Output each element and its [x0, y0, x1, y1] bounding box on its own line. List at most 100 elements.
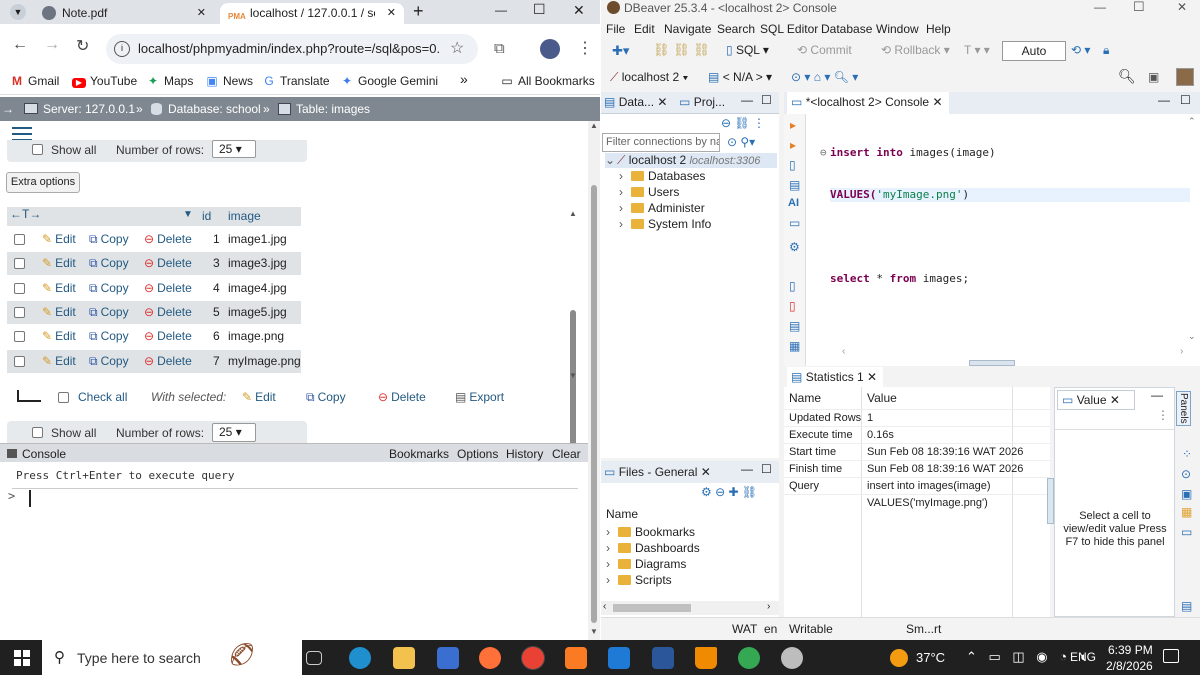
row-edit-link[interactable]: ✎ Edit: [42, 281, 76, 295]
navigator-minimize[interactable]: —: [741, 93, 753, 107]
vscode-icon[interactable]: [608, 647, 630, 669]
editor-maximize[interactable]: ☐: [1180, 93, 1191, 107]
row-checkbox[interactable]: [14, 331, 25, 343]
breadcrumb-server[interactable]: Server: 127.0.0.1: [43, 97, 135, 121]
language-indicator[interactable]: ENG: [1070, 650, 1096, 664]
tree-item-system-info[interactable]: › System Info: [619, 217, 711, 231]
tab-search-button[interactable]: ▼: [10, 4, 26, 20]
files-toolbar-icons[interactable]: ⚙ ⊖ ✚ ⛓: [701, 485, 757, 499]
store-icon[interactable]: [437, 647, 459, 669]
clock-time[interactable]: 6:39 PM: [1108, 643, 1153, 657]
row-checkbox[interactable]: [14, 258, 25, 270]
show-all-checkbox[interactable]: [32, 427, 43, 438]
value-panel-icon[interactable]: ▭: [1181, 525, 1192, 539]
profile-avatar[interactable]: [540, 39, 560, 59]
close-tab-icon[interactable]: ✕: [197, 3, 206, 23]
execute-statement-icon[interactable]: ▸: [790, 118, 796, 132]
page-scroll-thumb[interactable]: [591, 185, 597, 623]
value-panel-menu[interactable]: ⋮: [1157, 408, 1169, 422]
format-icon[interactable]: ▤: [789, 319, 800, 333]
auto-commit-field[interactable]: Auto: [1002, 41, 1066, 61]
toolbar-tools-icons[interactable]: ⊙ ▾ ⌂ ▾ 🔍︎ ▾: [791, 70, 858, 84]
row-checkbox[interactable]: [14, 234, 25, 245]
row-delete-link[interactable]: ⊖ Delete: [144, 354, 192, 368]
address-bar[interactable]: i localhost/phpmyadmin/index.php?route=/…: [106, 34, 478, 64]
sort-triangle-icon[interactable]: ▼: [183, 209, 193, 220]
statistics-row[interactable]: Execute time 0.16s: [784, 426, 1050, 443]
perspective-icon[interactable]: ▣: [1148, 70, 1159, 84]
page-scrollbar[interactable]: ▲ ▼: [588, 121, 600, 640]
metadata-panel-icon[interactable]: ⊙: [1181, 467, 1191, 481]
bookmark-news[interactable]: ▣ News: [205, 74, 253, 88]
lock-icon[interactable]: 🔒︎: [1103, 43, 1109, 58]
tab-value[interactable]: ▭ Value ✕: [1057, 390, 1135, 410]
row-delete-link[interactable]: ⊖ Delete: [144, 256, 192, 270]
console-toggle-checkbox[interactable]: [7, 449, 17, 458]
weather-temp[interactable]: 37°C: [916, 650, 945, 665]
minimize-button[interactable]: —: [495, 3, 507, 17]
row-delete-link[interactable]: ⊖ Delete: [144, 232, 192, 246]
editor-hscrollbar[interactable]: ‹ ›: [842, 346, 1188, 360]
row-copy-link[interactable]: ⧉ Copy: [89, 256, 129, 271]
files-minimize[interactable]: —: [741, 462, 753, 476]
editor-minimize[interactable]: —: [1158, 93, 1170, 107]
global-search-icon[interactable]: 🔍︎: [1118, 68, 1136, 85]
all-bookmarks[interactable]: ▭ All Bookmarks: [500, 74, 594, 88]
row-copy-link[interactable]: ⧉ Copy: [89, 354, 129, 369]
maximize-button[interactable]: ☐: [533, 1, 546, 18]
sql-editor[interactable]: ▸ ▸ ▯ ▤ AI ▭ ⚙ ▯ ▯ ▤ ▦ ⊖ insert into imag…: [784, 114, 1200, 366]
check-all-label[interactable]: Check all: [78, 390, 127, 404]
vlc-icon[interactable]: [695, 647, 717, 669]
tab-phpmyadmin[interactable]: PMA localhost / 127.0.0.1 / scho ✕: [220, 3, 404, 24]
statistics-row[interactable]: Start time Sun Feb 08 18:39:16 WAT 2026: [784, 443, 1050, 460]
console-input[interactable]: [29, 490, 31, 507]
url-text[interactable]: localhost/phpmyadmin/index.php?route=/sq…: [138, 41, 440, 56]
tree-localhost-2[interactable]: ⌄ ⟋ localhost 2 localhost:3306: [605, 153, 777, 168]
bookmark-maps[interactable]: ✦ Maps: [146, 74, 193, 88]
back-arrow-icon[interactable]: ←: [12, 36, 28, 54]
console-title[interactable]: Console: [22, 447, 66, 461]
panel-resize-handle[interactable]: [1047, 478, 1054, 524]
editor-vscrollbar[interactable]: ⌃ ⌄: [1186, 116, 1198, 346]
bulk-copy-button[interactable]: ⧉ Copy: [306, 390, 346, 405]
results-splitter[interactable]: [969, 360, 1015, 366]
tab-console[interactable]: ▭ *<localhost 2> Console ✕: [787, 92, 949, 114]
row-checkbox[interactable]: [14, 355, 25, 367]
calc-panel-icon[interactable]: ▦: [1181, 505, 1192, 519]
chrome-icon-2[interactable]: [738, 647, 760, 669]
file-dashboards[interactable]: › Dashboards: [606, 541, 700, 555]
bookmark-youtube[interactable]: ▶ YouTube: [72, 74, 137, 88]
tab-statistics[interactable]: ▤ Statistics 1 ✕: [787, 367, 884, 387]
transaction-mode-icon[interactable]: T ▾ ▾: [964, 43, 990, 57]
column-resize-arrows-icon[interactable]: ←T→: [10, 207, 41, 221]
firefox-icon[interactable]: [479, 647, 501, 669]
files-maximize[interactable]: ☐: [761, 462, 772, 476]
console-history[interactable]: History: [506, 447, 543, 461]
sql-button[interactable]: ▯ SQL ▾: [726, 43, 769, 57]
row-edit-link[interactable]: ✎ Edit: [42, 329, 76, 343]
files-hscroll-thumb[interactable]: [613, 604, 691, 612]
file-diagrams[interactable]: › Diagrams: [606, 557, 686, 571]
active-connection-selector[interactable]: ⟋ localhost 2 ▾: [610, 70, 688, 85]
load-plan-icon[interactable]: ▤: [789, 178, 800, 192]
tree-item-users[interactable]: › Users: [619, 185, 679, 199]
row-copy-link[interactable]: ⧉ Copy: [89, 281, 129, 296]
site-info-icon[interactable]: i: [114, 41, 130, 57]
dbeaver-minimize[interactable]: —: [1094, 0, 1106, 14]
image-panel-icon[interactable]: ▣: [1181, 487, 1192, 501]
edge-icon[interactable]: [349, 647, 371, 669]
column-header-image[interactable]: image: [228, 209, 261, 223]
menu-search[interactable]: Search: [717, 22, 755, 36]
ai-icon[interactable]: AI: [788, 197, 799, 209]
navigator-maximize[interactable]: ☐: [761, 93, 772, 107]
rows-select-top[interactable]: 25 ▾: [212, 140, 256, 158]
new-tab-button[interactable]: +: [413, 0, 424, 22]
row-copy-link[interactable]: ⧉ Copy: [89, 305, 129, 320]
row-copy-link[interactable]: ⧉ Copy: [89, 232, 129, 247]
statistics-row[interactable]: Updated Rows 1: [784, 409, 1050, 426]
dbeaver-perspective-icon[interactable]: [1176, 68, 1194, 86]
bulk-edit-button[interactable]: ✎ Edit: [242, 390, 276, 404]
file-explorer-icon[interactable]: [393, 647, 415, 669]
value-panel-minimize[interactable]: —: [1151, 388, 1163, 402]
new-connection-icon[interactable]: ✚▾: [612, 43, 629, 59]
